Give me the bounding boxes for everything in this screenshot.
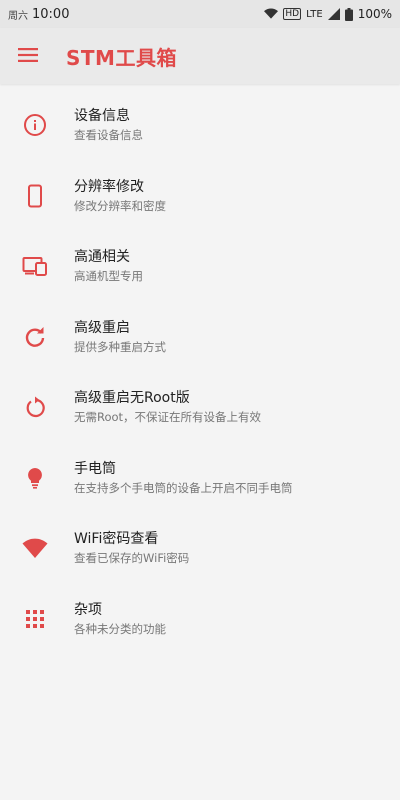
list-item-resolution[interactable]: 分辨率修改 修改分辨率和密度	[0, 161, 400, 232]
battery-percent: 100%	[357, 7, 392, 21]
list-item-text: 杂项 各种未分类的功能	[70, 601, 166, 637]
app-title: STM工具箱	[66, 45, 177, 70]
info-icon	[0, 113, 70, 137]
status-left: 周六 10:00	[8, 7, 69, 22]
list-item-title: 高级重启	[74, 319, 130, 336]
list-item-subtitle: 查看设备信息	[74, 128, 143, 143]
app-screen: 周六 10:00 HD LTE 100% STM工具箱 设备信息 查看设备信息 …	[0, 0, 400, 800]
network-type: LTE	[306, 8, 323, 20]
list-item-subtitle: 在支持多个手电筒的设备上开启不同手电筒	[74, 480, 293, 495]
list-item-advanced-reboot[interactable]: 高级重启 提供多种重启方式	[0, 302, 400, 373]
wifi-icon	[264, 8, 279, 20]
devices-icon	[0, 254, 70, 278]
list-item-text: 设备信息 查看设备信息	[70, 107, 143, 143]
lightbulb-icon	[0, 466, 70, 490]
list-item-title: 杂项	[74, 601, 102, 618]
phone-icon	[0, 184, 70, 208]
tool-list: 设备信息 查看设备信息 分辨率修改 修改分辨率和密度 高通相关 高通机型专用 高…	[0, 84, 400, 654]
status-bar: 周六 10:00 HD LTE 100%	[0, 0, 400, 28]
list-item-title: WiFi密码查看	[74, 531, 159, 548]
list-item-flashlight[interactable]: 手电筒 在支持多个手电筒的设备上开启不同手电筒	[0, 443, 400, 514]
hd-icon: HD	[283, 8, 302, 20]
list-item-misc[interactable]: 杂项 各种未分类的功能	[0, 584, 400, 655]
list-item-subtitle: 无需Root，不保证在所有设备上有效	[74, 410, 262, 425]
list-item-title: 设备信息	[74, 108, 130, 125]
apps-grid-icon	[0, 608, 70, 630]
wifi-icon	[0, 537, 70, 559]
list-item-text: 高级重启无Root版 无需Root，不保证在所有设备上有效	[70, 389, 261, 425]
list-item-text: 高通相关 高通机型专用	[70, 248, 143, 284]
list-item-text: 高级重启 提供多种重启方式	[70, 319, 166, 355]
list-item-device-info[interactable]: 设备信息 查看设备信息	[0, 90, 400, 161]
list-item-subtitle: 各种未分类的功能	[74, 621, 166, 636]
app-bar: STM工具箱	[0, 28, 400, 84]
list-item-title: 高通相关	[74, 249, 130, 266]
list-item-subtitle: 高通机型专用	[74, 269, 143, 284]
list-item-text: 手电筒 在支持多个手电筒的设备上开启不同手电筒	[70, 460, 293, 496]
battery-icon	[344, 7, 353, 21]
list-item-subtitle: 提供多种重启方式	[74, 339, 166, 354]
list-item-subtitle: 查看已保存的WiFi密码	[74, 551, 190, 566]
list-item-title: 高级重启无Root版	[74, 390, 190, 407]
hamburger-menu-button[interactable]	[0, 28, 56, 84]
hamburger-menu-icon	[18, 47, 38, 66]
status-carrier: 周六	[8, 10, 28, 22]
list-item-qualcomm[interactable]: 高通相关 高通机型专用	[0, 231, 400, 302]
status-right: HD LTE 100%	[264, 7, 392, 21]
list-item-reboot-no-root[interactable]: 高级重启无Root版 无需Root，不保证在所有设备上有效	[0, 372, 400, 443]
status-time: 10:00	[32, 6, 70, 22]
signal-icon	[327, 8, 340, 20]
list-item-text: 分辨率修改 修改分辨率和密度	[70, 178, 166, 214]
list-item-text: WiFi密码查看 查看已保存的WiFi密码	[70, 530, 189, 566]
list-item-title: 手电筒	[74, 460, 116, 477]
restart-icon	[0, 395, 70, 419]
refresh-icon	[0, 325, 70, 349]
list-item-title: 分辨率修改	[74, 178, 144, 195]
list-item-subtitle: 修改分辨率和密度	[74, 198, 166, 213]
list-item-wifi-password[interactable]: WiFi密码查看 查看已保存的WiFi密码	[0, 513, 400, 584]
